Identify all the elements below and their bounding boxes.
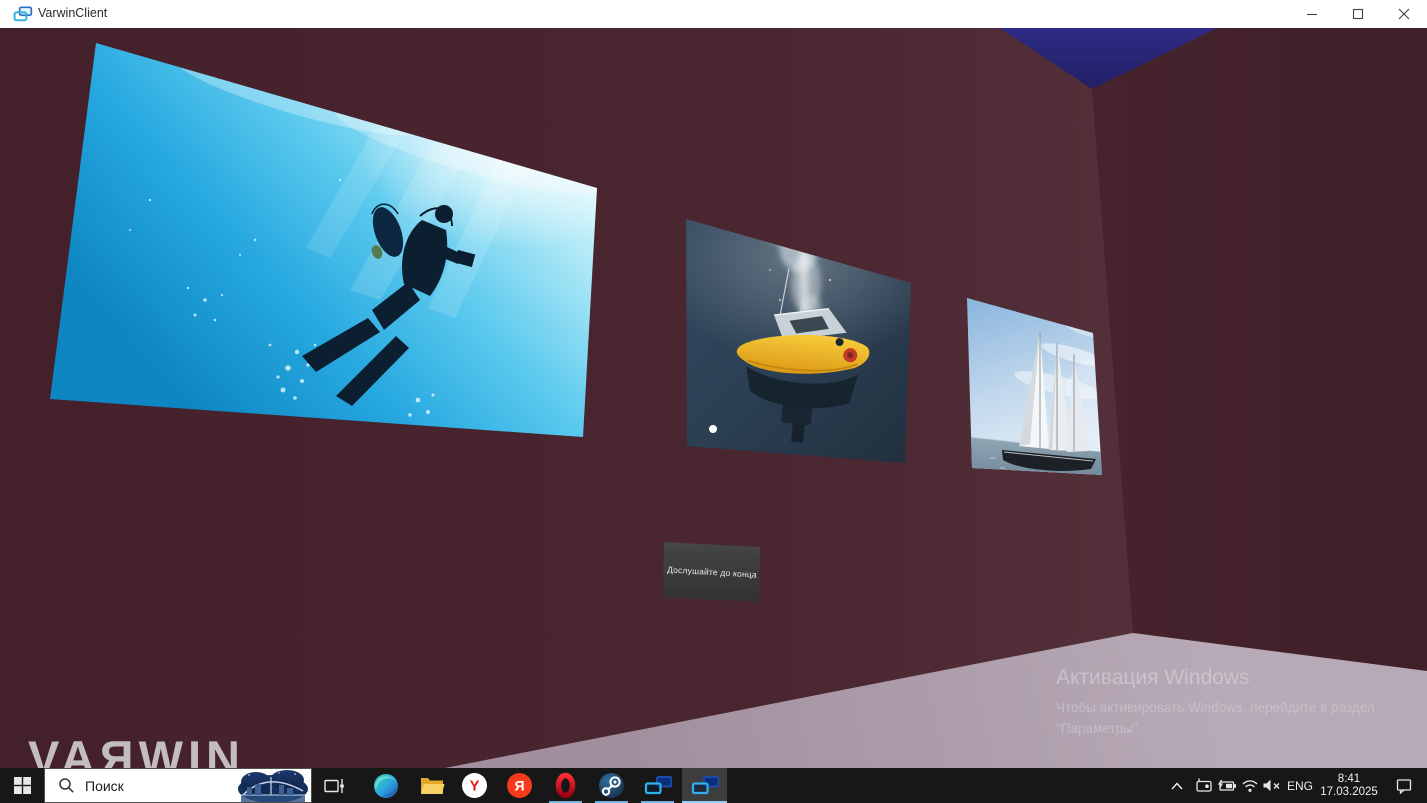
minimize-icon: [1306, 8, 1318, 20]
clock-time: 8:41: [1338, 773, 1360, 786]
window-title: VarwinClient: [38, 6, 107, 20]
chevron-up-icon: [1170, 780, 1184, 792]
yandex-glyph: Я: [514, 778, 524, 794]
varwin-icon: [691, 774, 719, 798]
vr-scene-viewport[interactable]: Дослушайте до конца VAЯWIN Активация Win…: [0, 28, 1427, 768]
watermark-line3: "Параметры".: [1056, 718, 1426, 739]
yandex-browser-icon: Y: [461, 772, 488, 799]
clock-date: 17.03.2025: [1320, 786, 1378, 799]
close-icon: [1398, 8, 1410, 20]
task-view-icon: [323, 777, 345, 795]
bing-daily-image[interactable]: [235, 769, 311, 803]
task-view-button[interactable]: [312, 768, 356, 803]
tray-language[interactable]: ENG: [1284, 768, 1316, 803]
taskbar-search[interactable]: [44, 768, 312, 803]
speaker-mute-icon: [1262, 778, 1281, 793]
varwin-app-icon: [13, 6, 33, 22]
minimize-button[interactable]: [1289, 0, 1335, 28]
search-input[interactable]: [85, 778, 225, 794]
search-icon: [58, 777, 75, 794]
tray-display-cast[interactable]: [1192, 768, 1216, 803]
tray-battery[interactable]: [1214, 768, 1240, 803]
varwin-logo: VAЯWIN: [28, 730, 245, 768]
taskbar-app-file-explorer[interactable]: [409, 768, 454, 803]
notification-icon: [1395, 777, 1413, 794]
maximize-icon: [1352, 8, 1364, 20]
yandex-browser-glyph: Y: [469, 778, 479, 795]
close-button[interactable]: [1381, 0, 1427, 28]
desktop: VarwinClient: [0, 0, 1427, 803]
taskbar-app-steam[interactable]: [589, 768, 634, 803]
windows-logo-icon: [14, 777, 31, 794]
taskbar-app-edge[interactable]: [363, 768, 408, 803]
taskbar: Y Я: [0, 768, 1427, 803]
taskbar-app-opera[interactable]: [543, 768, 588, 803]
tray-clock[interactable]: 8:41 17.03.2025: [1318, 768, 1380, 803]
watermark-line2: Чтобы активировать Windows, перейдите в …: [1056, 697, 1426, 718]
windows-activation-watermark: Активация Windows Чтобы активировать Win…: [1056, 666, 1426, 739]
window-titlebar: VarwinClient: [0, 0, 1427, 28]
action-center-button[interactable]: [1386, 768, 1422, 803]
display-tray-icon: [1195, 777, 1213, 794]
yandex-icon: Я: [506, 772, 533, 799]
tray-volume[interactable]: [1258, 768, 1284, 803]
wifi-icon: [1241, 778, 1259, 793]
tray-show-hidden-icons[interactable]: [1164, 768, 1190, 803]
start-button[interactable]: [0, 768, 44, 803]
taskbar-app-varwin[interactable]: [635, 768, 680, 803]
maximize-button[interactable]: [1335, 0, 1381, 28]
steam-icon: [598, 772, 625, 799]
taskbar-app-varwin-active[interactable]: [682, 768, 727, 803]
right-wall: [1092, 28, 1427, 671]
battery-charging-icon: [1217, 777, 1237, 794]
scene-render: [0, 28, 1427, 768]
language-indicator: ENG: [1287, 779, 1313, 793]
opera-icon: [552, 772, 579, 799]
taskbar-app-yandex-browser[interactable]: Y: [452, 768, 497, 803]
watermark-title: Активация Windows: [1056, 666, 1426, 690]
video-progress-dot: [709, 425, 717, 433]
billboard-text: Дослушайте до конца: [660, 541, 763, 603]
edge-icon: [373, 773, 399, 799]
varwin-icon: [644, 774, 672, 798]
taskbar-app-yandex[interactable]: Я: [497, 768, 542, 803]
file-explorer-icon: [419, 773, 445, 799]
